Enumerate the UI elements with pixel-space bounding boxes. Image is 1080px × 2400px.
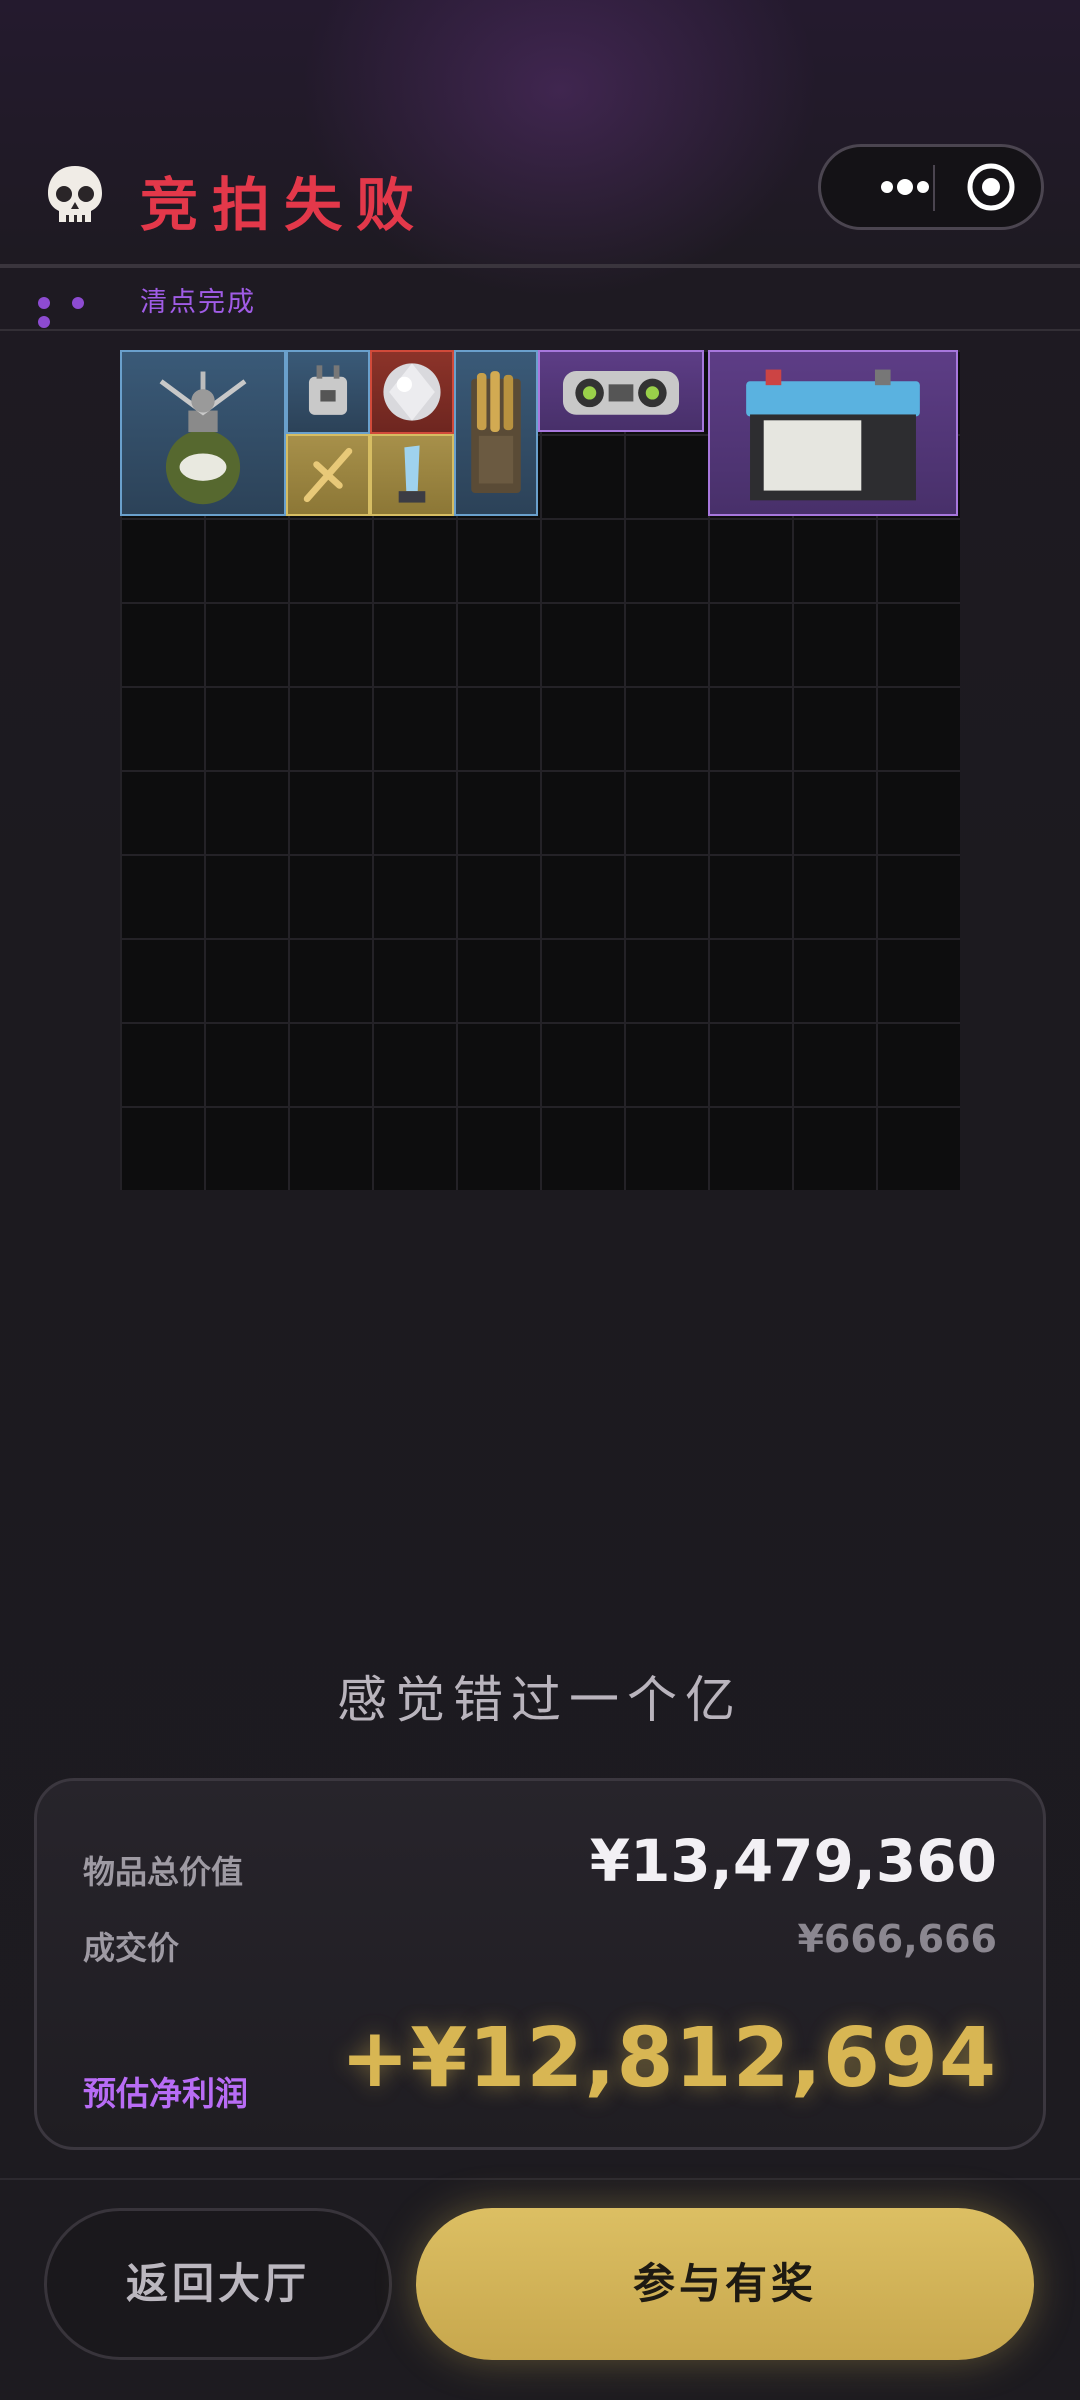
item-power-adapter[interactable] [286, 350, 370, 434]
camping-stove-icon [159, 371, 247, 505]
summary-card: 物品总价值 ¥13,479,360 成交价 ¥666,666 预估净利润 +¥1… [34, 1778, 1046, 2150]
item-boombox[interactable] [538, 350, 704, 432]
footer-divider [0, 2178, 1080, 2180]
car-battery-icon [746, 369, 920, 501]
loading-dots [38, 294, 128, 328]
crystal-trophy-icon [398, 445, 426, 503]
item-bullet-box[interactable] [454, 350, 538, 516]
item-crystal-trophy[interactable] [370, 434, 454, 516]
status-divider [0, 329, 1080, 331]
golden-cross-icon [303, 447, 353, 503]
missed-message: 感觉错过一个亿 [337, 1671, 743, 1729]
net-profit-label: 预估净利润 [83, 2074, 248, 2113]
boombox-icon [562, 371, 680, 415]
item-golden-cross[interactable] [286, 434, 370, 516]
item-diamond[interactable] [370, 350, 454, 434]
total-value: ¥13,479,360 [589, 1827, 997, 1895]
bullet-box-icon [471, 371, 521, 493]
mini-program-capsule [818, 144, 1044, 230]
net-profit-value: +¥12,812,694 [340, 2011, 997, 2106]
item-camping-stove[interactable] [120, 350, 286, 516]
inventory-grid [120, 350, 960, 1190]
deal-price-label: 成交价 [83, 1929, 180, 1967]
deal-price-value: ¥666,666 [797, 1917, 997, 1961]
diamond-icon [383, 363, 441, 421]
header: 竞拍失败 [0, 140, 1080, 265]
status-text: 清点完成 [140, 287, 256, 318]
total-value-label: 物品总价值 [83, 1853, 244, 1891]
power-adapter-icon [308, 365, 348, 415]
status-row: 清点完成 [0, 268, 1080, 328]
page-title: 竞拍失败 [140, 171, 429, 239]
item-car-battery[interactable] [708, 350, 958, 516]
join-reward-button[interactable]: 参与有奖 [416, 2208, 1034, 2360]
back-to-lobby-button[interactable]: 返回大厅 [44, 2208, 392, 2360]
skull-icon [48, 166, 102, 222]
target-circle-icon[interactable] [961, 157, 1021, 217]
capsule-divider [933, 165, 935, 211]
